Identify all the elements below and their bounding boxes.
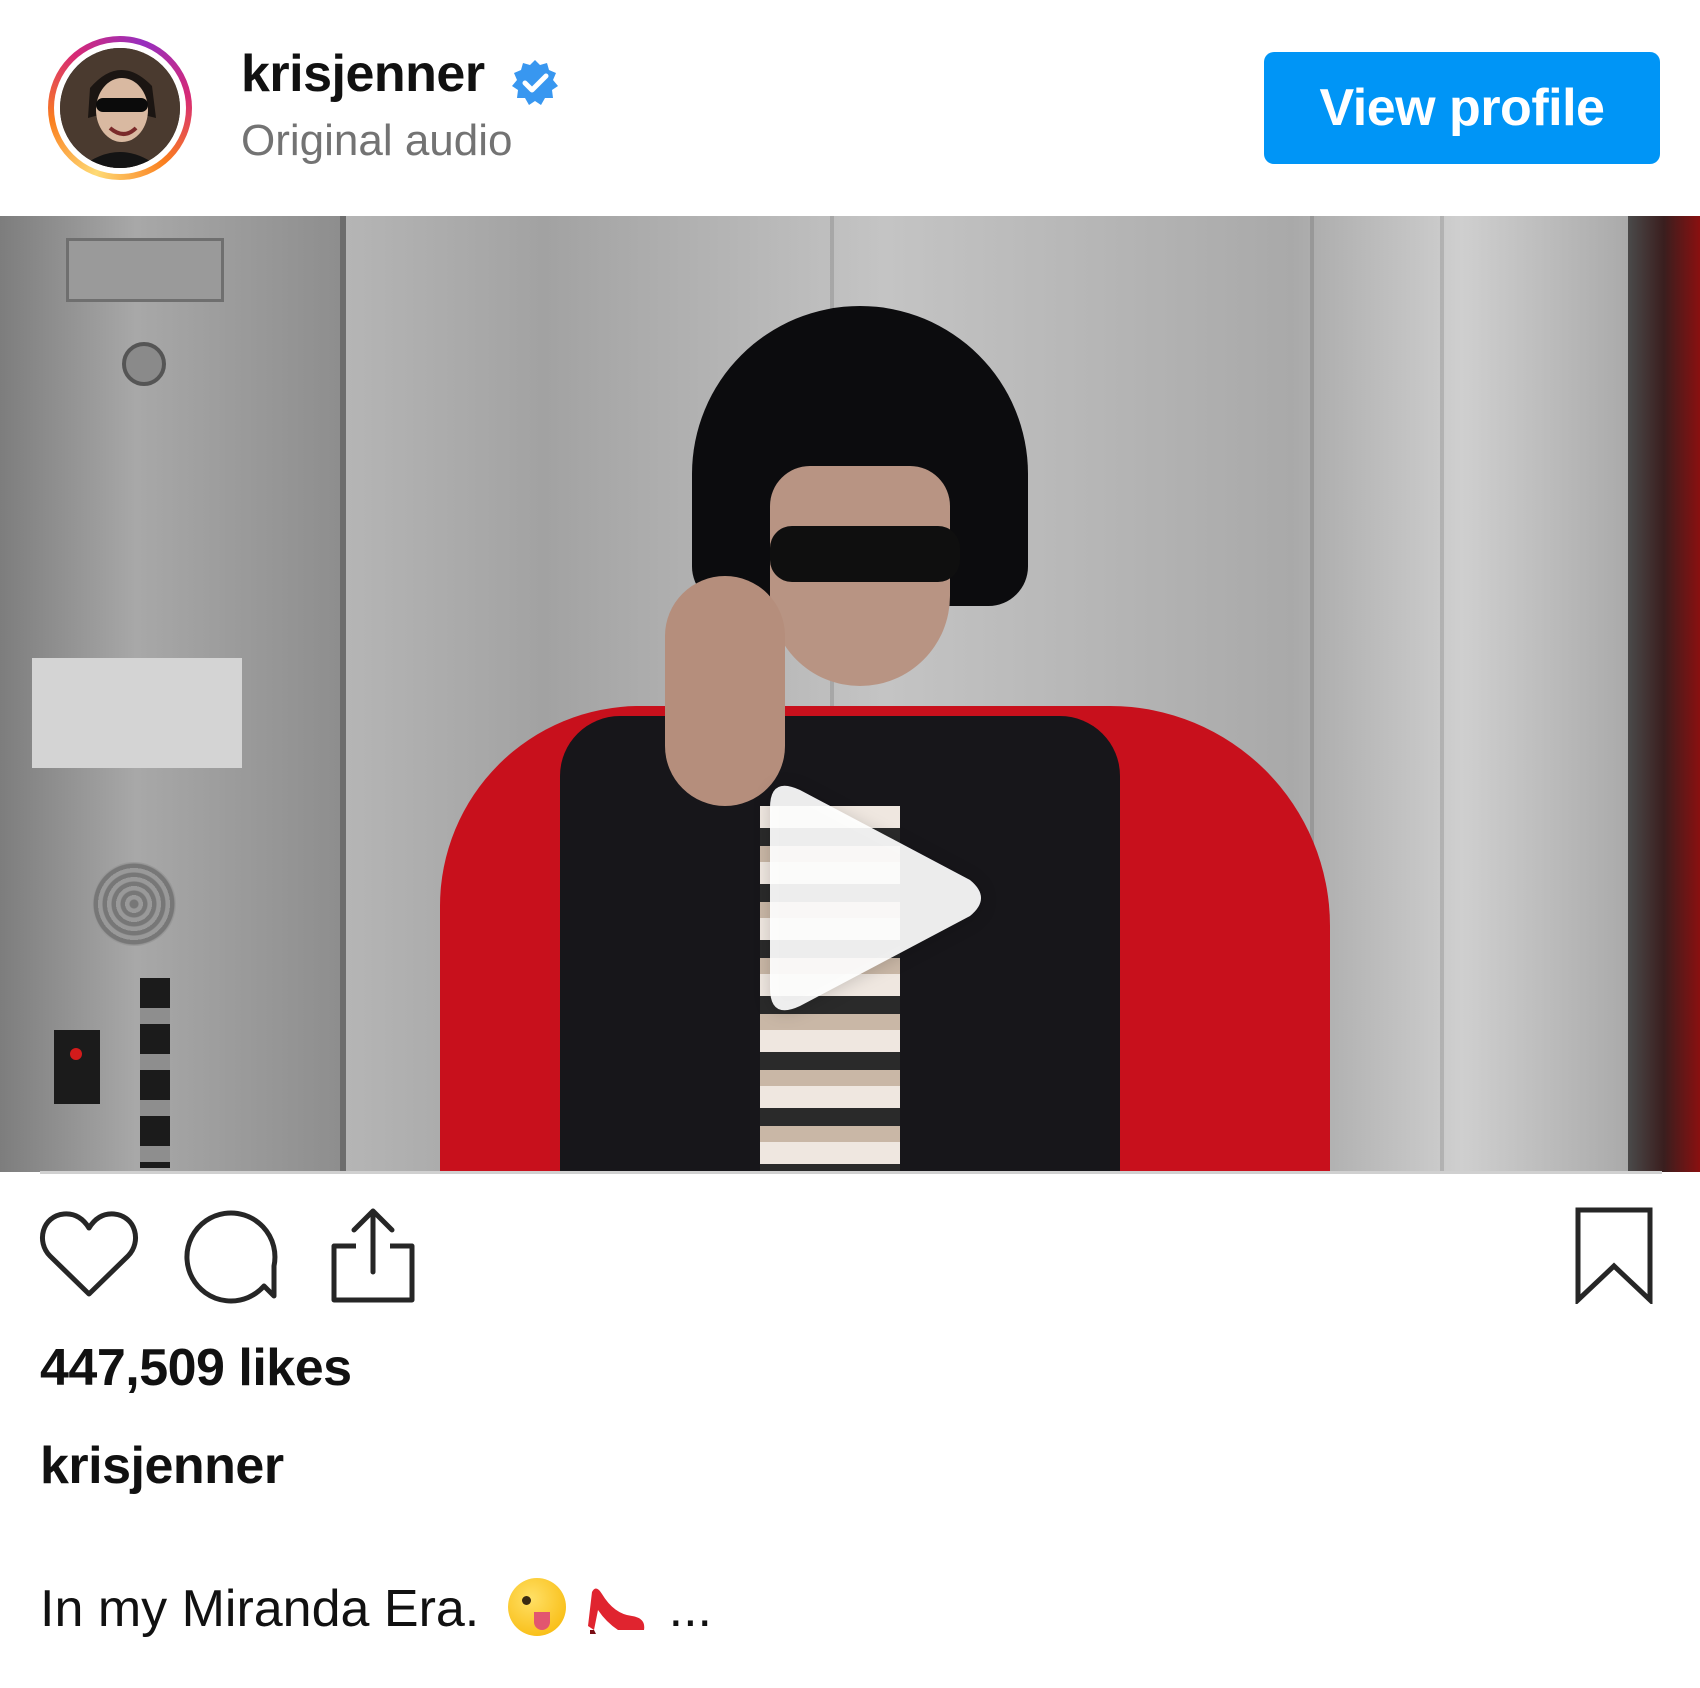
- caption-text: In my Miranda Era.: [40, 1580, 480, 1638]
- like-button[interactable]: [38, 1208, 140, 1300]
- share-button[interactable]: [328, 1206, 418, 1306]
- story-ring-avatar[interactable]: [48, 36, 192, 180]
- username[interactable]: krisjenner: [241, 44, 485, 104]
- avatar-image: [60, 48, 180, 168]
- avatar[interactable]: [60, 48, 180, 168]
- elevator-edge: [1628, 216, 1700, 1172]
- elevator-floor-buttons: [140, 978, 170, 1168]
- video-subject: [440, 306, 1340, 1172]
- high-heel-emoji-icon: [588, 1588, 645, 1634]
- elevator-speaker: [92, 862, 176, 946]
- view-profile-button[interactable]: View profile: [1264, 52, 1660, 164]
- comment-icon: [184, 1210, 278, 1304]
- caption-username[interactable]: krisjenner: [40, 1436, 284, 1496]
- likes-count[interactable]: 447,509 likes: [40, 1338, 352, 1398]
- save-button[interactable]: [1574, 1206, 1654, 1304]
- play-icon: [770, 785, 981, 1011]
- elevator-alarm-button: [54, 1030, 100, 1104]
- bookmark-icon: [1575, 1207, 1653, 1304]
- elevator-panel: [0, 216, 346, 1172]
- video-player[interactable]: [0, 216, 1700, 1172]
- audio-label[interactable]: Original audio: [241, 116, 513, 166]
- elevator-round-button: [122, 342, 166, 386]
- comment-button[interactable]: [184, 1206, 282, 1304]
- elevator-display: [66, 238, 224, 302]
- verified-badge-icon: [512, 60, 558, 105]
- play-button[interactable]: [742, 768, 992, 1028]
- winking-face-with-tongue-emoji-icon: [507, 1578, 566, 1636]
- share-icon: [331, 1208, 415, 1303]
- caption-more[interactable]: ...: [669, 1580, 712, 1638]
- elevator-plate: [32, 658, 242, 768]
- media-divider: [40, 1171, 1662, 1174]
- sunglasses: [770, 526, 960, 582]
- heart-icon: [40, 1211, 138, 1297]
- elevator-door-seam: [1440, 216, 1444, 1172]
- caption: In my Miranda Era. ...: [40, 1578, 712, 1639]
- post-header: krisjenner Original audio View profile: [0, 0, 1700, 216]
